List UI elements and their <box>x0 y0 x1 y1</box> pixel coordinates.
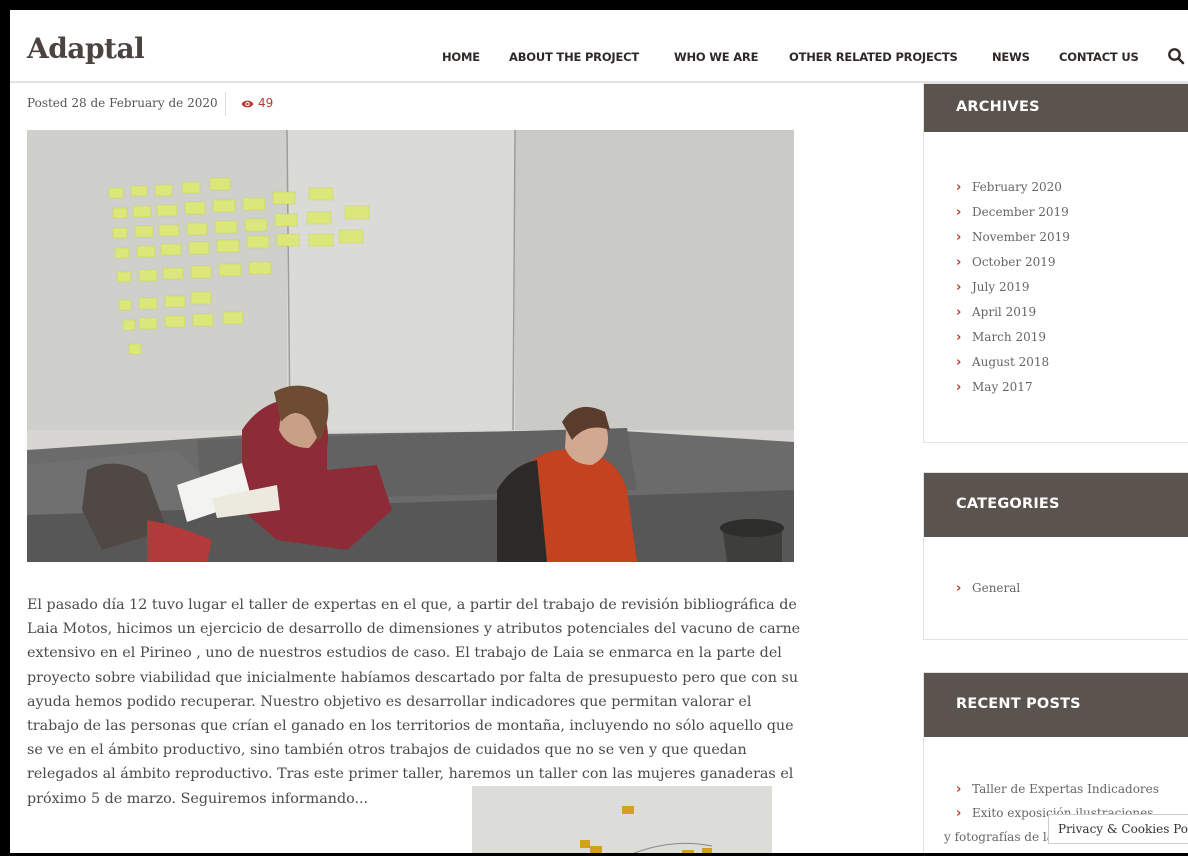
chevron-right-icon: › <box>956 255 962 270</box>
site-logo[interactable]: Adaptal <box>27 32 145 65</box>
meta-divider <box>225 92 226 116</box>
categories-widget: CATEGORIES › General <box>923 472 1188 640</box>
categories-list: › General <box>924 537 1188 601</box>
archive-link-label: October 2019 <box>972 255 1056 269</box>
archive-link-label: February 2020 <box>972 180 1062 194</box>
archive-link-label: July 2019 <box>972 280 1030 294</box>
chevron-right-icon: › <box>956 180 962 195</box>
archive-link-label: December 2019 <box>972 205 1069 219</box>
recent-post-label: y fotografías de la <box>944 830 1054 844</box>
site-header: Adaptal HOME ABOUT THE PROJECT WHO WE AR… <box>10 10 1188 83</box>
views-count: 49 <box>258 96 274 110</box>
search-icon[interactable] <box>1167 47 1185 65</box>
archive-link[interactable]: › March 2019 <box>956 325 1188 350</box>
eye-icon <box>241 100 254 108</box>
archives-title: ARCHIVES <box>924 84 1188 132</box>
chevron-right-icon: › <box>956 355 962 370</box>
chevron-right-icon: › <box>956 305 962 320</box>
archives-widget: ARCHIVES › February 2020 › December 2019 ›… <box>923 83 1188 443</box>
nav-home[interactable]: HOME <box>442 50 480 64</box>
secondary-photo[interactable] <box>472 786 772 853</box>
post-date: Posted 28 de February de 2020 <box>27 96 218 110</box>
recent-post-label: Taller de Expertas Indicadores <box>972 782 1159 796</box>
archive-link-label: August 2018 <box>972 355 1050 369</box>
secondary-photo-image <box>472 786 772 853</box>
archives-list: › February 2020 › December 2019 › November … <box>924 132 1188 400</box>
archive-link[interactable]: › July 2019 <box>956 275 1188 300</box>
privacy-cookies-button[interactable]: Privacy & Cookies Policy <box>1048 814 1188 844</box>
categories-title: CATEGORIES <box>924 473 1188 537</box>
archive-link[interactable]: › October 2019 <box>956 250 1188 275</box>
chevron-right-icon: › <box>956 330 962 345</box>
category-link-label: General <box>972 581 1021 595</box>
category-link-general[interactable]: › General <box>956 576 1188 601</box>
archive-link-label: April 2019 <box>972 305 1037 319</box>
chevron-right-icon: › <box>956 205 962 220</box>
archive-link[interactable]: › August 2018 <box>956 350 1188 375</box>
post-body: El pasado día 12 tuvo lugar el taller de… <box>27 597 801 807</box>
archive-link[interactable]: › February 2020 <box>956 175 1188 200</box>
chevron-right-icon: › <box>956 581 962 596</box>
nav-contact-us[interactable]: CONTACT US <box>1059 50 1139 64</box>
chevron-right-icon: › <box>956 806 962 821</box>
nav-other-related-projects[interactable]: OTHER RELATED PROJECTS <box>789 50 958 64</box>
nav-news[interactable]: NEWS <box>992 50 1030 64</box>
post-views: 49 <box>241 96 273 110</box>
chevron-right-icon: › <box>956 380 962 395</box>
archive-link[interactable]: › November 2019 <box>956 225 1188 250</box>
chevron-right-icon: › <box>956 280 962 295</box>
archive-link-label: March 2019 <box>972 330 1046 344</box>
archive-link-label: November 2019 <box>972 230 1070 244</box>
chevron-right-icon: › <box>956 230 962 245</box>
archive-link[interactable]: › April 2019 <box>956 300 1188 325</box>
page-frame: Adaptal HOME ABOUT THE PROJECT WHO WE AR… <box>10 10 1188 853</box>
nav-who-we-are[interactable]: WHO WE ARE <box>674 50 758 64</box>
archive-link-label: May 2017 <box>972 380 1033 394</box>
nav-about-the-project[interactable]: ABOUT THE PROJECT <box>509 50 639 64</box>
archive-link[interactable]: › December 2019 <box>956 200 1188 225</box>
workshop-photo <box>27 130 794 562</box>
chevron-right-icon: › <box>956 782 962 797</box>
recent-post-link[interactable]: › Taller de Expertas Indicadores <box>946 777 1188 801</box>
featured-photo[interactable] <box>27 130 794 562</box>
archive-link[interactable]: › May 2017 <box>956 375 1188 400</box>
recent-posts-title: RECENT POSTS <box>924 673 1188 737</box>
